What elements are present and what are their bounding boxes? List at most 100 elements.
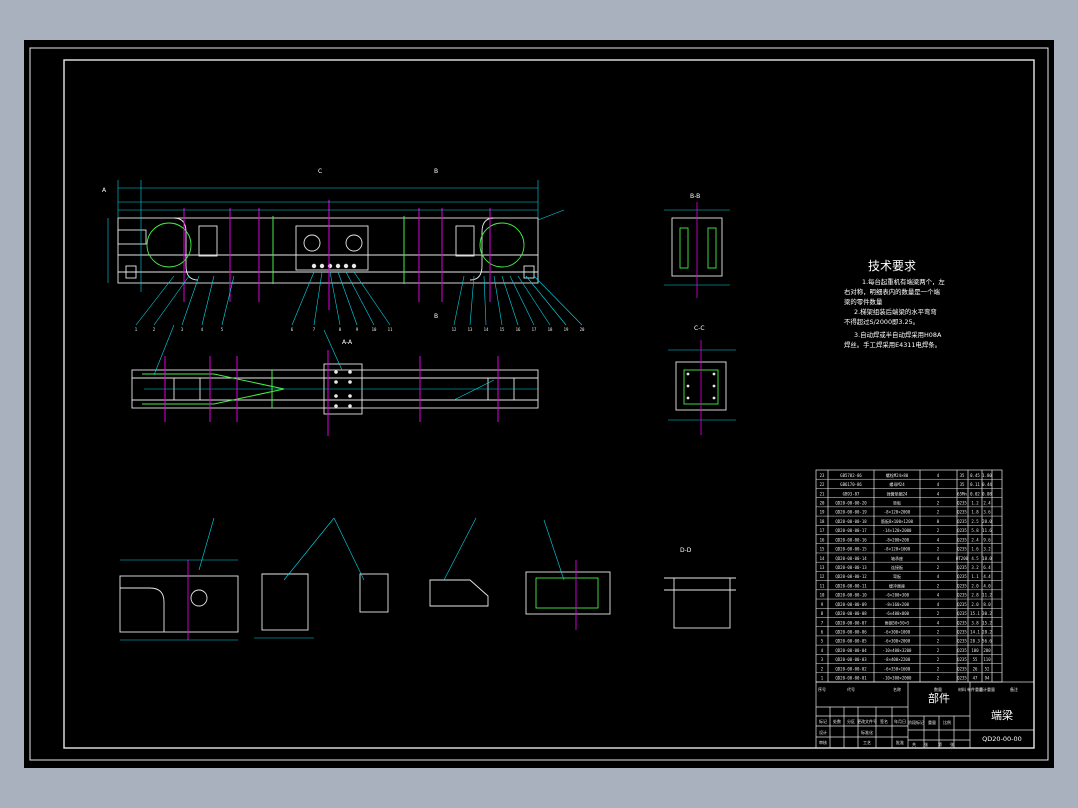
- balloon-number: 12: [452, 327, 457, 332]
- parts-cell: 螺栓M24×80: [886, 472, 909, 478]
- label-cc: C-C: [694, 325, 705, 332]
- label-aa: A-A: [342, 339, 353, 346]
- parts-cell: 14.1: [970, 630, 980, 635]
- balloon-number: 1: [135, 327, 138, 332]
- label-a-left: A: [102, 187, 107, 194]
- parts-cell: QD20-00-00-10: [835, 593, 867, 598]
- parts-cell: 8: [937, 519, 940, 524]
- parts-cell: 2: [937, 666, 940, 671]
- main-elevation-view: [117, 217, 539, 284]
- parts-cell: 65Mn: [957, 491, 967, 496]
- sheet-label: 共: [912, 741, 916, 747]
- parts-cell: 17: [820, 528, 825, 533]
- parts-cell: 3.2: [983, 547, 991, 552]
- parts-cell: GB93-87: [843, 491, 860, 496]
- role-label: 审核: [819, 739, 827, 745]
- tech-req-line-6: 3.自动焊或半自动焊采用H08A: [854, 330, 942, 339]
- balloon-number: 7: [313, 327, 316, 332]
- parts-cell: 2: [937, 510, 940, 515]
- parts-cell: -10×300×2000: [883, 676, 912, 681]
- parts-cell: 轴承座: [891, 555, 903, 561]
- parts-cell: 18: [820, 519, 825, 524]
- parts-cell: 8: [821, 611, 824, 616]
- parts-cell: 13: [820, 565, 825, 570]
- parts-cell: -6×300×1000: [884, 630, 911, 635]
- balloon-number: 10: [372, 327, 377, 332]
- cad-viewport[interactable]: 1 2 3 4 5 6 7 8 9 10 11 12 13 14 15 16 17 18 19 20 C B B A …: [24, 40, 1054, 768]
- parts-cell: QD20-00-00-16: [835, 537, 867, 542]
- parts-cell: 弯板: [893, 573, 901, 579]
- parts-cell: 11.6: [982, 528, 992, 533]
- parts-cell: 4.4: [983, 574, 991, 579]
- parts-cell: 35: [960, 482, 965, 487]
- parts-cell: 2: [937, 547, 940, 552]
- balloon-number: 19: [564, 327, 569, 332]
- tech-req-line-2: 右对称，明细表内的数量是一个端: [844, 287, 940, 296]
- parts-cell: 弹簧垫圈24: [887, 490, 908, 496]
- parts-cell: -6×350×1600: [884, 666, 911, 671]
- parts-cell: 5.8: [971, 528, 979, 533]
- parts-cell: 5: [821, 639, 824, 644]
- parts-cell: QD20-00-00-12: [835, 574, 867, 579]
- balloon-number: 4: [201, 327, 204, 332]
- parts-cell: 0.44: [982, 482, 992, 487]
- parts-cell: 2: [937, 657, 940, 662]
- parts-cell: Q235: [957, 620, 967, 625]
- parts-cell: 2: [937, 676, 940, 681]
- title-header-label: 代号: [847, 686, 855, 692]
- parts-cell: 6.4: [983, 565, 991, 570]
- tech-req-title: 技术要求: [868, 259, 916, 273]
- parts-cell: Q235: [957, 657, 967, 662]
- sheet-label: 张: [924, 741, 928, 747]
- section-cc: [668, 340, 736, 435]
- parts-cell: 1.6: [971, 547, 979, 552]
- parts-cell: 4: [937, 574, 940, 579]
- balloon-number: 15: [500, 327, 505, 332]
- parts-cell: 110: [983, 657, 991, 662]
- tech-req-line-1: 1.每台起重机有端梁两个，左: [862, 277, 945, 286]
- title-header-label: 材料: [958, 686, 966, 692]
- parts-cell: -8×400×2200: [884, 657, 911, 662]
- parts-cell: -6×200×300: [885, 593, 910, 598]
- parts-cell: QD20-00-00-20: [835, 500, 867, 505]
- parts-cell: 6: [821, 630, 824, 635]
- parts-cell: QD20-00-00-04: [835, 648, 867, 653]
- parts-cell: 1.8: [971, 510, 979, 515]
- parts-cell: -8×200×200: [885, 537, 910, 542]
- parts-cell: QD20-00-00-11: [835, 583, 867, 588]
- stage-label: 比例: [943, 719, 951, 725]
- parts-cell: QD20-00-00-06: [835, 630, 867, 635]
- cad-drawing: 1 2 3 4 5 6 7 8 9 10 11 12 13 14 15 16 17 18 19 20 C B B A …: [29, 47, 1049, 761]
- balloon-number: 20: [580, 327, 585, 332]
- parts-cell: QD20-00-00-14: [835, 556, 867, 561]
- parts-cell: 2: [821, 666, 824, 671]
- tech-req-line-5: 不得超过S/2000即3.25。: [844, 317, 919, 326]
- parts-cell: 55: [973, 657, 978, 662]
- title-block: 部件 端梁 QD20-00-00 序号 代号 名称 数量 材料 单件重量总计重量 备注 标记…: [815, 681, 1035, 749]
- parts-cell: Q235: [957, 547, 967, 552]
- parts-cell: QD20-00-00-05: [835, 639, 867, 644]
- parts-cell: 16: [820, 537, 825, 542]
- parts-cell: 10: [820, 593, 825, 598]
- parts-cell: QD20-00-00-18: [835, 519, 867, 524]
- parts-cell: 4: [937, 556, 940, 561]
- parts-cell: 20: [820, 500, 825, 505]
- parts-cell: 4: [937, 491, 940, 496]
- section-bb: [664, 202, 730, 298]
- parts-cell: Q235: [957, 630, 967, 635]
- label-b-top: B: [434, 168, 438, 175]
- parts-cell: 56.6: [982, 639, 992, 644]
- parts-cell: QD20-00-00-01: [835, 676, 867, 681]
- title-header-label: 总计重量: [979, 686, 995, 692]
- parts-cell: 3.2: [971, 565, 979, 570]
- parts-cell: 21: [820, 491, 825, 496]
- parts-cell: Q235: [957, 574, 967, 579]
- parts-cell: 角钢50×50×5: [885, 619, 910, 625]
- parts-cell: 0.45: [970, 473, 980, 478]
- parts-cell: 缓冲器座: [889, 582, 905, 588]
- balloon-number: 8: [339, 327, 342, 332]
- title-header-label: 名称: [893, 686, 901, 692]
- parts-cell: 12: [820, 574, 825, 579]
- parts-cell: 筋板8×100×1200: [881, 518, 914, 524]
- parts-cell: 35: [960, 473, 965, 478]
